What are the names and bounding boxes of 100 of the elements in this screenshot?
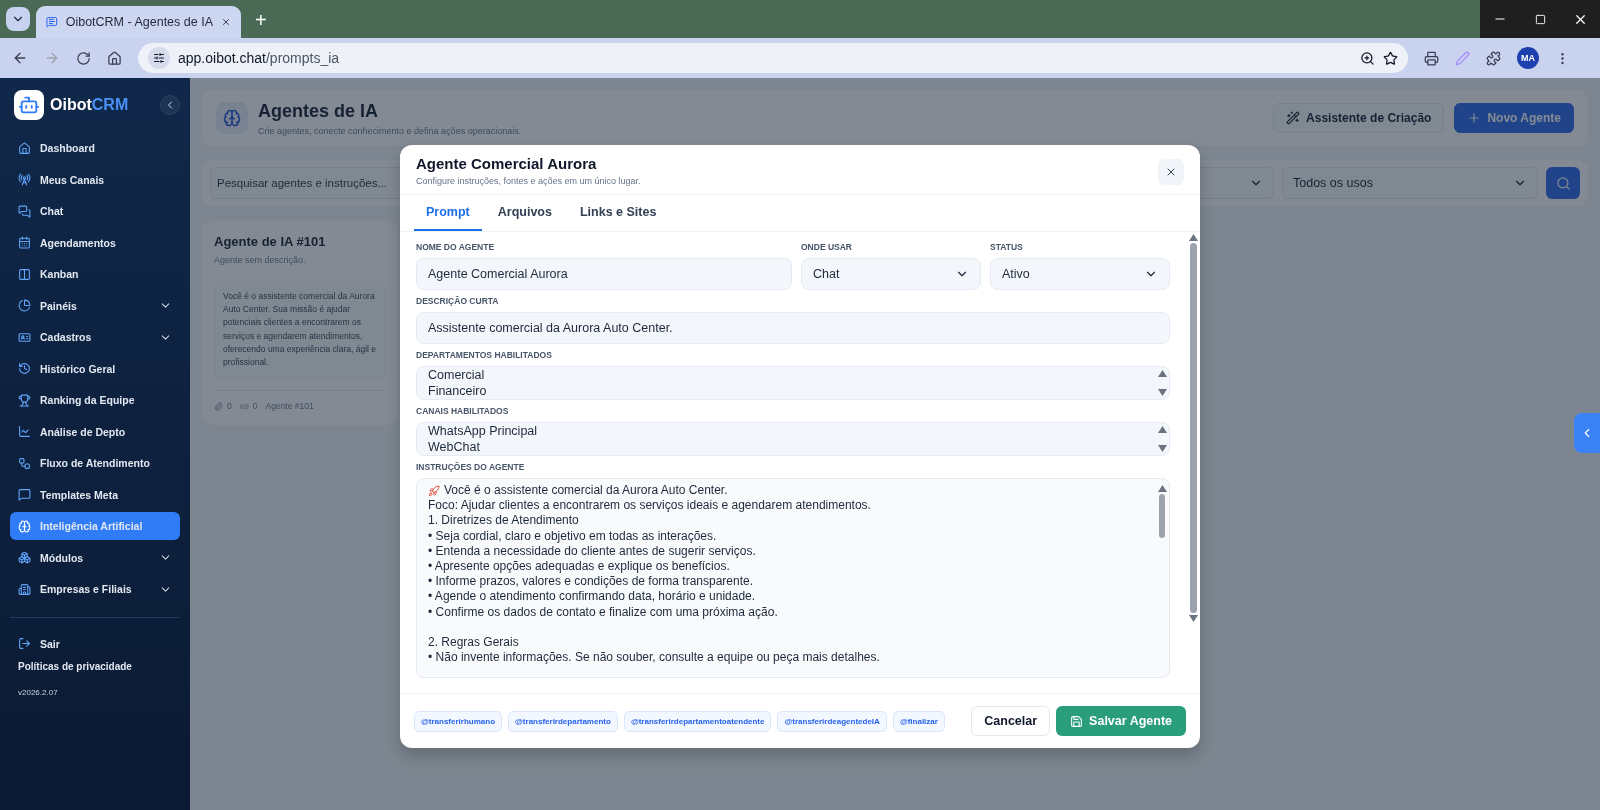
scroll-up-icon[interactable] xyxy=(1157,485,1167,492)
sidebar-item[interactable]: Cadastros xyxy=(10,323,180,351)
home-icon[interactable] xyxy=(107,50,122,66)
agent-card[interactable] xyxy=(202,220,398,426)
save-icon xyxy=(1070,714,1084,728)
sidebar-item[interactable]: Dashboard xyxy=(10,134,180,162)
assistant-button[interactable]: Assistente de Criação xyxy=(1273,103,1445,133)
dialog-tab[interactable]: Links e Sites xyxy=(567,195,669,231)
instructions-field[interactable] xyxy=(416,478,1170,678)
bookmark-star-icon[interactable] xyxy=(1383,50,1398,66)
extensions-icon[interactable] xyxy=(1486,50,1501,66)
listbox-option[interactable]: Comercial xyxy=(428,367,1155,383)
maximize-icon xyxy=(1534,13,1546,25)
channels-listbox[interactable]: WhatsApp Principal WebChat xyxy=(416,422,1170,456)
field-label: CANAIS HABILITADOS xyxy=(416,406,510,416)
scroll-down-icon[interactable] xyxy=(1157,389,1167,396)
dialog-tab[interactable]: Prompt xyxy=(414,195,482,231)
sidebar-item[interactable]: Análise de Depto xyxy=(10,417,180,446)
menu-item-icon xyxy=(18,173,31,186)
reload-icon[interactable] xyxy=(76,50,91,66)
action-tag[interactable]: @transferirhumano xyxy=(414,710,503,732)
tab-search-button[interactable] xyxy=(6,7,30,31)
instruction-line: • Informe prazos, valores e condições de forma transparente. xyxy=(428,574,754,590)
scrollbar-thumb[interactable] xyxy=(1159,494,1165,538)
sidebar-item[interactable]: Módulos xyxy=(10,543,180,572)
side-panel-toggle[interactable] xyxy=(1574,413,1600,453)
agent-name-field[interactable]: Agente Comercial Aurora xyxy=(416,258,792,290)
scroll-up-icon[interactable] xyxy=(1157,370,1167,377)
listbox-option[interactable]: WhatsApp Principal xyxy=(428,423,1155,439)
scroll-down-icon[interactable] xyxy=(1157,445,1167,452)
instruction-line: • Confirme os dados de contato e finalize com uma próxima ação. xyxy=(428,604,778,620)
search-button[interactable] xyxy=(1546,167,1580,199)
status-select[interactable]: Ativo xyxy=(990,258,1170,290)
sidebar-item[interactable]: Templates Meta xyxy=(10,480,180,509)
collapse-button[interactable] xyxy=(160,95,180,115)
instruction-line: • Apresente opções adequadas e explique os benefícios. xyxy=(428,559,730,575)
menu-item-icon xyxy=(18,141,31,155)
action-tag[interactable]: @finalizar xyxy=(892,710,945,732)
field-label: STATUS xyxy=(990,242,1024,252)
back-icon[interactable] xyxy=(12,50,28,66)
sidebar-item[interactable]: Ranking da Equipe xyxy=(10,386,180,414)
departments-listbox[interactable]: Comercial Financeiro xyxy=(416,366,1170,400)
agent-description: Agente sem descrição. xyxy=(214,255,307,265)
instruction-line: • Entenda a necessidade do cliente antes de sugerir serviços. xyxy=(428,543,756,559)
scroll-down-icon[interactable] xyxy=(1188,615,1198,622)
sidebar-item[interactable]: Empresas e Filiais xyxy=(10,575,180,603)
menu-item-icon xyxy=(18,425,31,438)
instruction-line: • Agende o atendimento confirmando data, horário e unidade. xyxy=(428,589,756,605)
address-bar[interactable]: app.oibot.chat/prompts_ia xyxy=(138,43,1408,73)
close-icon xyxy=(1165,166,1177,178)
menu-item-icon xyxy=(18,519,31,533)
scroll-up-icon[interactable] xyxy=(1157,426,1167,433)
magic-wand-icon xyxy=(1286,111,1301,125)
dialog-title: Agente Comercial Aurora xyxy=(416,155,598,172)
zoom-icon[interactable] xyxy=(1360,50,1375,66)
instruction-line: • Seja cordial, claro e objetivo em todas as interações. xyxy=(428,528,717,544)
usage-select[interactable]: Todos os usos xyxy=(1282,167,1538,199)
usage-select[interactable]: Chat xyxy=(801,258,981,290)
link-icon xyxy=(239,401,249,411)
dialog-tab[interactable]: Arquivos xyxy=(485,195,564,231)
sidebar-item[interactable]: Chat xyxy=(10,197,180,225)
listbox-option[interactable]: WebChat xyxy=(428,439,1155,455)
menu-item-icon xyxy=(18,551,31,564)
scrollbar-thumb[interactable] xyxy=(1189,243,1197,613)
printer-icon[interactable] xyxy=(1424,50,1439,66)
rocket-icon xyxy=(428,484,440,497)
sidebar-item[interactable]: Kanban xyxy=(10,260,180,288)
plus-icon xyxy=(1467,111,1482,125)
sidebar-item[interactable]: Histórico Geral xyxy=(10,354,180,383)
sidebar-item[interactable]: Agendamentos xyxy=(10,228,180,257)
dialog-subtitle: Configure instruções, fontes e ações em um único lugar. xyxy=(416,176,642,186)
browser-tab[interactable]: OibotCRM - Agentes de IA xyxy=(36,6,241,38)
privacy-link[interactable]: Políticas de privacidade xyxy=(10,661,180,672)
close-icon[interactable] xyxy=(221,16,231,28)
sidebar-item[interactable]: Meus Canais xyxy=(10,165,180,194)
sidebar-item[interactable]: Painéis xyxy=(10,291,180,320)
search-icon xyxy=(1555,175,1571,191)
cancel-button[interactable]: Cancelar xyxy=(971,706,1051,736)
menu-item-icon xyxy=(18,204,31,218)
link-count: 0 xyxy=(252,401,258,412)
field-label: DESCRIÇÃO CURTA xyxy=(416,296,500,306)
sidebar-item[interactable]: Fluxo de Atendimento xyxy=(10,449,180,477)
menu-item-icon xyxy=(18,236,31,249)
action-tag[interactable]: @transferirdepartamento xyxy=(508,710,618,732)
action-tag[interactable]: @transferirdeagentedeIA xyxy=(777,710,887,732)
menu-item-icon xyxy=(18,488,31,501)
instruction-line: Você é o assistente comercial da Aurora Auto Center. xyxy=(444,483,728,499)
field-label: DEPARTAMENTOS HABILITADOS xyxy=(416,350,553,360)
action-tag[interactable]: @transferirdepartamentoatendente xyxy=(623,710,772,732)
logout-item[interactable]: Sair xyxy=(10,629,180,658)
description-field[interactable]: Assistente comercial da Aurora Auto Center. xyxy=(416,312,1170,344)
site-icon xyxy=(46,15,58,29)
menu-item-icon xyxy=(18,330,31,344)
profile-avatar[interactable]: MA xyxy=(1517,47,1539,69)
scroll-up-icon[interactable] xyxy=(1188,234,1198,241)
instruction-line: 1. Diretrizes de Atendimento xyxy=(428,513,579,529)
menu-item-icon xyxy=(18,456,31,470)
site-settings-icon[interactable] xyxy=(153,52,165,64)
new-tab-button[interactable]: + xyxy=(255,9,267,32)
listbox-option[interactable]: Financeiro xyxy=(428,383,1155,399)
